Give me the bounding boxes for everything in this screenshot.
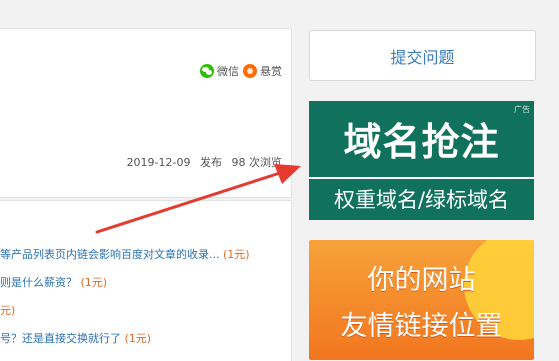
red-arrow-annotation — [95, 164, 301, 234]
